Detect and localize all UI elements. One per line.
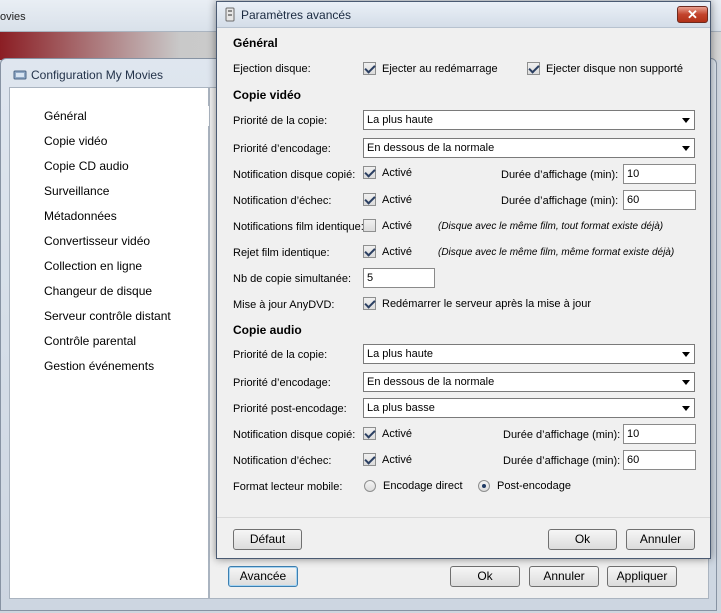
dialog-divider [217,517,710,518]
audio-notif-copied-label: Notification disque copié: [233,429,356,441]
anydvd-checkbox[interactable] [363,297,376,310]
eject-unsupported-checkbox[interactable] [527,62,540,75]
video-encode-priority-select[interactable]: En dessous de la normale [363,138,695,158]
audio-notif-fail-cb-label: Activé [382,454,412,466]
sidebar-item-event-management[interactable]: Gestion événements [44,356,154,376]
video-copy-priority-value: La plus haute [367,114,434,126]
audio-notif-fail-checkbox[interactable] [363,453,376,466]
section-video-heading: Copie vidéo [233,88,302,102]
mobile-direct-radio[interactable] [364,480,376,492]
chevron-down-icon [682,406,690,411]
video-simultaneous-input[interactable]: 5 [363,268,435,288]
sidebar-item-parental-control[interactable]: Contrôle parental [44,331,136,351]
audio-copy-priority-value: La plus haute [367,348,434,360]
mobile-post-radio[interactable] [478,480,490,492]
sidebar-item-audio-cd-copy[interactable]: Copie CD audio [44,156,129,176]
video-reject-cb-label: Activé [382,246,412,258]
section-audio-heading: Copie audio [233,323,302,337]
mobile-direct-label: Encodage direct [383,480,463,492]
chevron-down-icon [682,380,690,385]
audio-notif-copied-cb-label: Activé [382,428,412,440]
video-encode-priority-value: En dessous de la normale [367,142,495,154]
app-icon [13,70,27,80]
sidebar-item-monitoring[interactable]: Surveillance [44,181,109,201]
video-notif-fail-label: Notification d’échec: [233,195,332,207]
eject-label: Ejection disque: [233,63,311,75]
audio-notif-fail-duration-label: Durée d’affichage (min): [503,455,621,467]
background-window-title: ovies [0,11,26,23]
config-apply-button[interactable]: Appliquer [607,566,677,587]
chevron-down-icon [682,146,690,151]
audio-post-priority-value: La plus basse [367,402,435,414]
video-notif-fail-duration-label: Durée d’affichage (min): [501,195,619,207]
video-notif-identical-label: Notifications film identique: [233,221,364,233]
section-general-heading: Général [233,36,278,50]
sidebar-item-metadata[interactable]: Métadonnées [44,206,117,226]
video-notif-fail-cb-label: Activé [382,194,412,206]
eject-unsupported-label: Ejecter disque non supporté [546,63,683,75]
video-simultaneous-label: Nb de copie simultanée: [233,273,352,285]
mobile-format-label: Format lecteur mobile: [233,481,343,493]
video-copy-priority-label: Priorité de la copie: [233,115,328,127]
anydvd-label: Mise à jour AnyDVD: [233,299,335,311]
dialog-body: Général Ejection disque: Ejecter au redé… [217,29,710,558]
audio-encode-priority-label: Priorité d’encodage: [233,377,331,389]
video-encode-priority-label: Priorité d’encodage: [233,143,331,155]
anydvd-cb-label: Redémarrer le serveur après la mise à jo… [382,298,592,310]
config-cancel-button[interactable]: Annuler [529,566,599,587]
config-ok-button[interactable]: Ok [450,566,520,587]
sidebar-item-video-copy[interactable]: Copie vidéo [44,131,107,151]
video-reject-note: (Disque avec le même film, même format e… [438,247,675,258]
audio-notif-fail-duration-input[interactable]: 60 [623,450,696,470]
audio-notif-copied-duration-label: Durée d’affichage (min): [503,429,621,441]
audio-copy-priority-select[interactable]: La plus haute [363,344,695,364]
sidebar-item-general[interactable]: Général [42,106,214,126]
video-notif-identical-cb-label: Activé [382,220,412,232]
video-notif-copied-label: Notification disque copié: [233,169,356,181]
sidebar-item-online-collection[interactable]: Collection en ligne [44,256,142,276]
audio-post-priority-label: Priorité post-encodage: [233,403,347,415]
audio-encode-priority-select[interactable]: En dessous de la normale [363,372,695,392]
video-copy-priority-select[interactable]: La plus haute [363,110,695,130]
audio-notif-copied-duration-input[interactable]: 10 [623,424,696,444]
eject-restart-checkbox[interactable] [363,62,376,75]
sidebar-item-remote-server[interactable]: Serveur contrôle distant [44,306,171,326]
advanced-settings-dialog: Paramètres avancés ✕ Général Ejection di… [216,1,711,559]
audio-post-priority-select[interactable]: La plus basse [363,398,695,418]
chevron-down-icon [682,118,690,123]
mobile-post-label: Post-encodage [497,480,571,492]
audio-notif-fail-label: Notification d’échec: [233,455,332,467]
default-button[interactable]: Défaut [233,529,302,550]
dialog-ok-button[interactable]: Ok [548,529,617,550]
audio-encode-priority-value: En dessous de la normale [367,376,495,388]
video-reject-label: Rejet film identique: [233,247,330,259]
chevron-down-icon [682,352,690,357]
video-notif-copied-duration-input[interactable]: 10 [623,164,696,184]
video-notif-copied-cb-label: Activé [382,167,412,179]
dialog-titlebar: Paramètres avancés ✕ [217,2,710,28]
video-notif-identical-note: (Disque avec le même film, tout format e… [438,221,664,232]
eject-restart-label: Ejecter au redémarrage [382,63,498,75]
video-notif-identical-checkbox[interactable] [363,219,376,232]
dialog-cancel-button[interactable]: Annuler [626,529,695,550]
config-sidebar: Général Copie vidéo Copie CD audio Surve… [9,87,214,599]
video-notif-copied-duration-label: Durée d’affichage (min): [501,169,619,181]
audio-copy-priority-label: Priorité de la copie: [233,349,328,361]
advanced-button[interactable]: Avancée [228,566,298,587]
sidebar-item-disc-changer[interactable]: Changeur de disque [44,281,152,301]
video-reject-checkbox[interactable] [363,245,376,258]
video-notif-fail-checkbox[interactable] [363,193,376,206]
close-icon[interactable]: ✕ [677,6,708,23]
dialog-title: Paramètres avancés [241,8,352,22]
sidebar-item-video-converter[interactable]: Convertisseur vidéo [44,231,150,251]
video-notif-copied-checkbox[interactable] [363,166,376,179]
dialog-icon [225,7,235,22]
audio-notif-copied-checkbox[interactable] [363,427,376,440]
config-window-title: Configuration My Movies [31,68,164,82]
video-notif-fail-duration-input[interactable]: 60 [623,190,696,210]
